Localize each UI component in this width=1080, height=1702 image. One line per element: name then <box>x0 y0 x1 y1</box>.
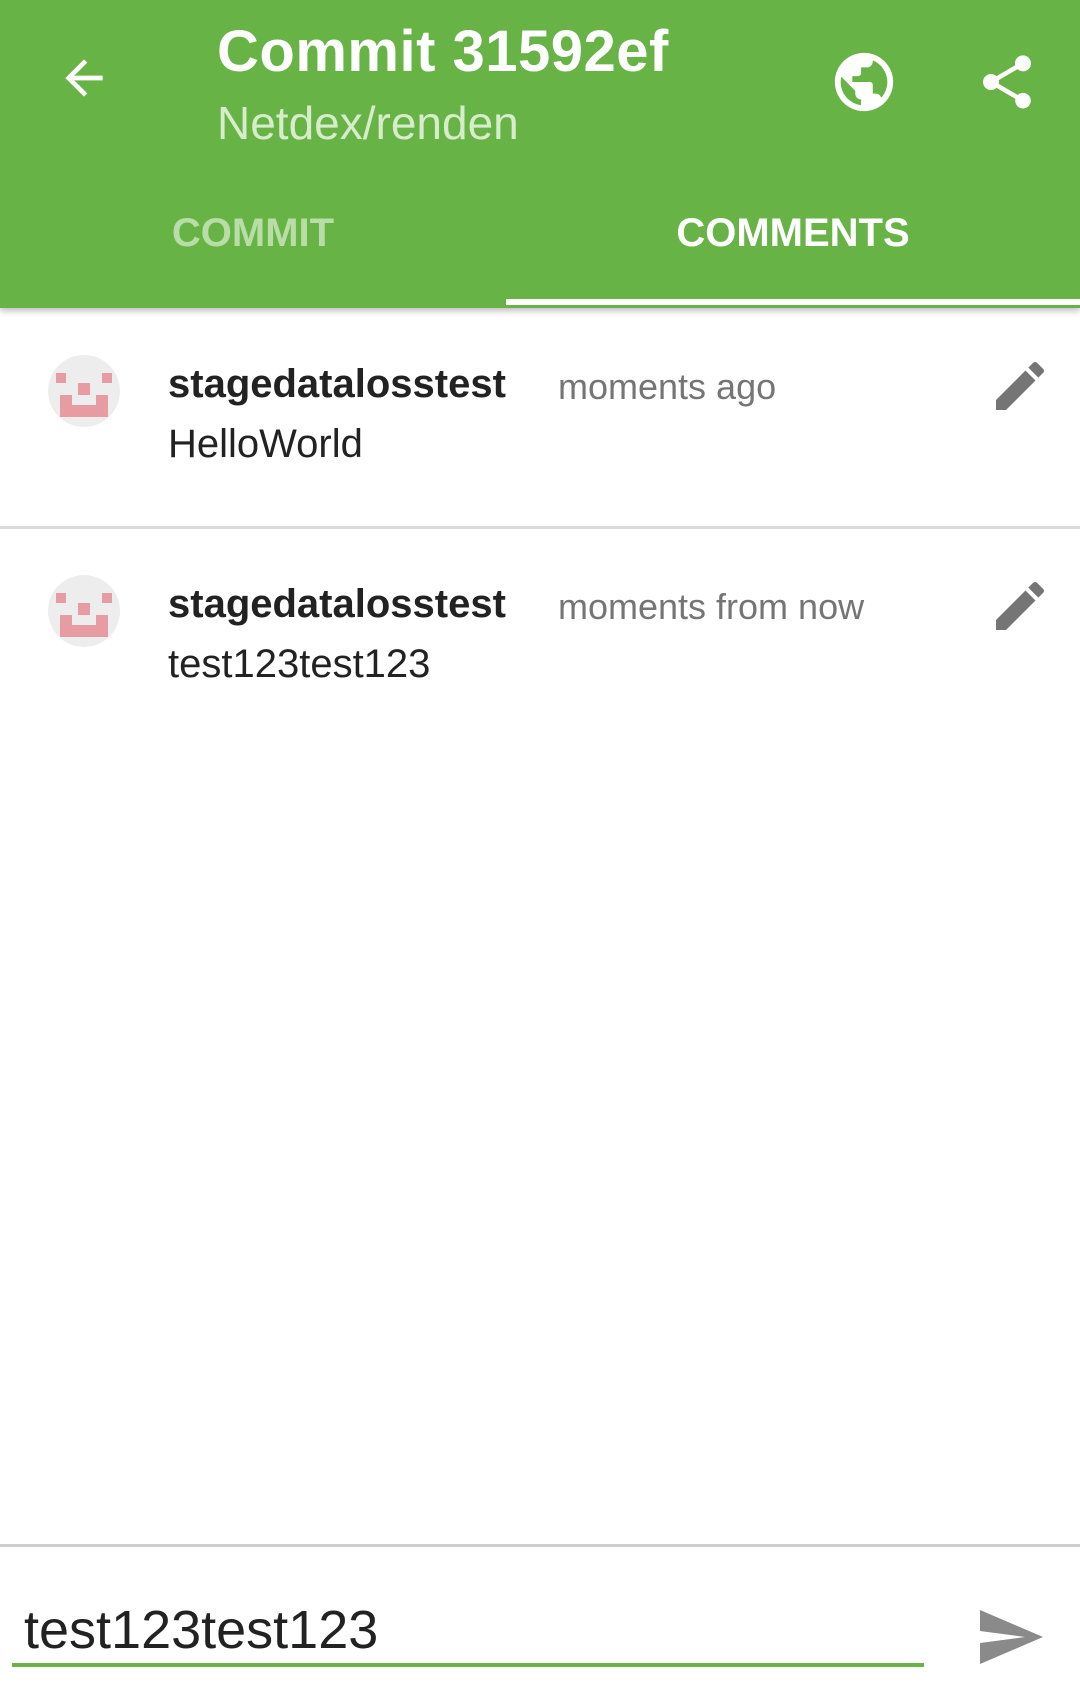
send-button[interactable] <box>968 1595 1052 1679</box>
comment-author[interactable]: stagedatalosstest <box>168 362 506 407</box>
comment-body: HelloWorld <box>168 422 363 466</box>
comment-body: test123test123 <box>168 642 431 686</box>
repository-name[interactable]: Netdex/renden <box>217 96 519 150</box>
tab-commit[interactable]: COMMIT <box>0 190 506 302</box>
arrow-back-icon <box>65 59 103 97</box>
comment-input[interactable] <box>12 1597 924 1667</box>
avatar[interactable] <box>48 575 120 647</box>
tab-selected-indicator <box>506 299 1080 305</box>
avatar-pixel <box>96 615 108 637</box>
comment-time: moments from now <box>558 586 865 627</box>
avatar-pixel <box>60 615 72 637</box>
app-bar: Commit 31592ef Netdex/renden COMMIT COMM… <box>0 0 1080 308</box>
avatar-pixel <box>72 625 96 637</box>
avatar-pixel <box>78 383 90 395</box>
comment-composer <box>0 1544 1080 1702</box>
page-title: Commit 31592ef <box>217 19 669 84</box>
share-button[interactable] <box>965 40 1049 124</box>
avatar-pixel <box>56 373 66 383</box>
avatar-pixel <box>72 405 96 417</box>
avatar-pixel <box>60 395 72 417</box>
share-icon <box>983 55 1031 109</box>
avatar-pixel <box>56 593 66 603</box>
avatar-pixel <box>78 603 90 615</box>
avatar-pixel <box>96 395 108 417</box>
tab-comments[interactable]: COMMENTS <box>506 190 1080 302</box>
comment-item: stagedatalosstest moments from now test1… <box>0 528 1080 746</box>
avatar[interactable] <box>48 355 120 427</box>
edit-comment-button[interactable] <box>978 564 1062 648</box>
comment-item: stagedatalosstest moments ago HelloWorld <box>0 308 1080 529</box>
edit-comment-button[interactable] <box>978 344 1062 428</box>
comment-author[interactable]: stagedatalosstest <box>168 582 506 627</box>
pencil-icon <box>996 581 1045 630</box>
comment-time: moments ago <box>558 366 777 407</box>
pencil-icon <box>996 361 1045 410</box>
back-button[interactable] <box>44 38 124 118</box>
send-icon <box>980 1610 1043 1664</box>
open-in-browser-button[interactable] <box>822 40 906 124</box>
avatar-pixel <box>102 593 112 603</box>
avatar-pixel <box>102 373 112 383</box>
globe-icon <box>834 52 894 112</box>
